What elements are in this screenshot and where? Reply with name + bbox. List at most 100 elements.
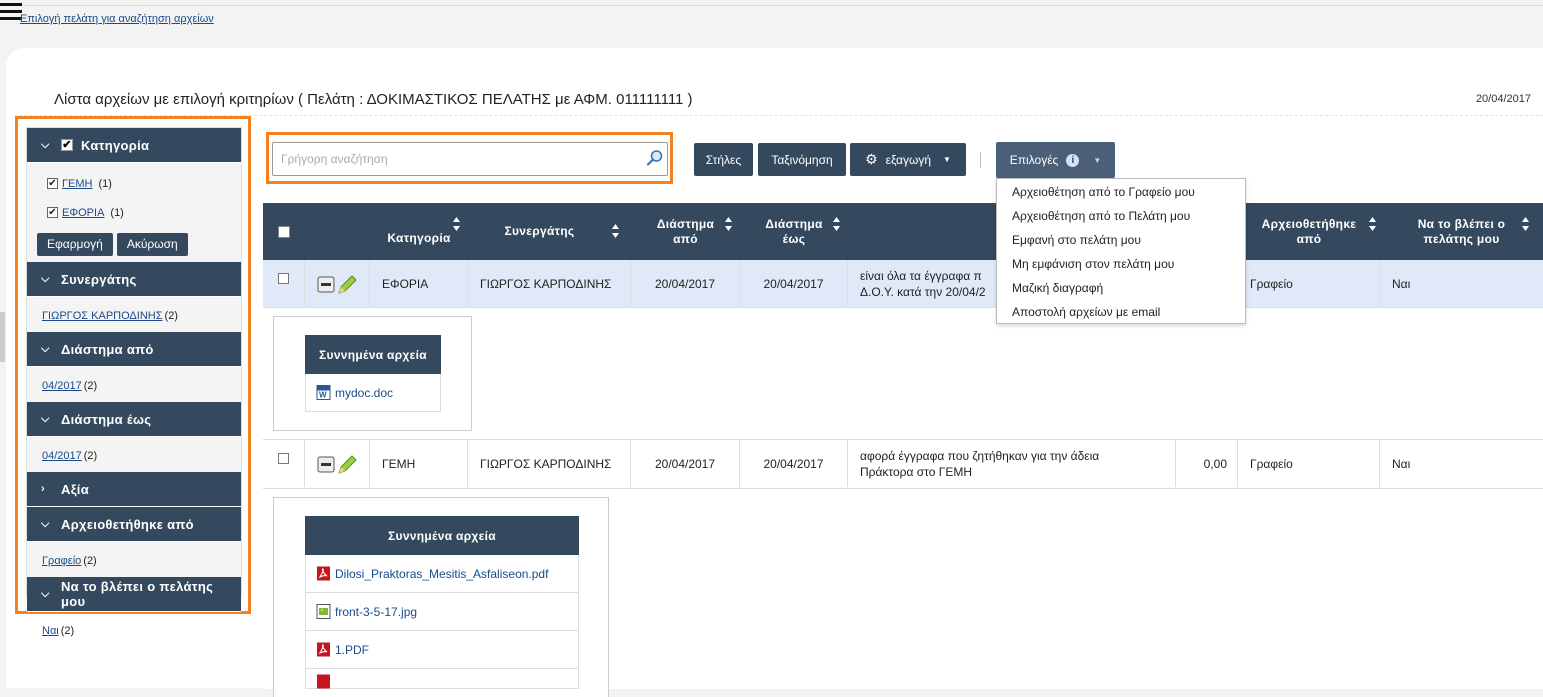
attachments-table: Συννημένα αρχεία Dilosi_Praktoras_Mesiti…	[305, 516, 579, 689]
search-icon[interactable]	[646, 149, 664, 167]
header-client-visible[interactable]: Να το βλέπει ο πελάτης μου	[1380, 203, 1543, 260]
menu-item-archive-client[interactable]: Αρχειοθέτηση από το Πελάτη μου	[997, 204, 1245, 228]
attachments-header: Συννημένα αρχεία	[305, 335, 441, 374]
cancel-button[interactable]: Ακύρωση	[116, 233, 188, 256]
attachment-filename[interactable]: mydoc.doc	[335, 386, 393, 400]
facet-client-visible-item[interactable]: Ναι (2)	[42, 618, 241, 643]
facet-item-label[interactable]: 04/2017	[42, 450, 82, 462]
cell-category: ΓΕΜΗ	[370, 440, 468, 487]
facet-partner-body: ΓΙΩΡΓΟΣ ΚΑΡΠΟΔΙΝΗΣ (2)	[27, 297, 241, 332]
info-icon: i	[1066, 153, 1080, 167]
facet-archived-by-header[interactable]: ⌵ Αρχειοθετήθηκε από	[27, 507, 241, 542]
facet-client-visible-body: Ναι (2)	[27, 612, 241, 647]
facet-item-label[interactable]: Ναι	[42, 625, 59, 637]
svg-text:W: W	[319, 391, 327, 400]
desc-line2: Πράκτορα στο ΓΕΜΗ	[860, 464, 973, 479]
columns-button[interactable]: Στήλες	[694, 143, 753, 176]
facet-item-label[interactable]: ΓΕΜΗ	[62, 178, 93, 190]
sort-icon[interactable]	[453, 217, 460, 231]
attachment-item[interactable]: 1.PDF	[305, 631, 579, 669]
row-checkbox[interactable]	[278, 273, 289, 284]
attachment-item[interactable]: Dilosi_Praktoras_Mesitis_Asfaliseon.pdf	[305, 555, 579, 593]
sort-icon[interactable]	[725, 217, 732, 231]
header-select-all[interactable]	[263, 203, 305, 260]
facet-category-header[interactable]: ⌵ ✔ Κατηγορία	[27, 128, 241, 163]
facet-item-label[interactable]: 04/2017	[42, 380, 82, 392]
facet-category-checkbox[interactable]: ✔	[61, 139, 73, 151]
sort-icon[interactable]	[612, 224, 619, 238]
cell-partner: ΓΙΩΡΓΟΣ ΚΑΡΠΟΔΙΝΗΣ	[468, 260, 631, 307]
sort-icon[interactable]	[1522, 217, 1529, 231]
facet-value-header[interactable]: › Αξία	[27, 472, 241, 507]
facet-item-label[interactable]: Γραφείο	[42, 555, 81, 567]
select-client-link[interactable]: Επιλογή πελάτη για αναζήτηση αρχείων	[20, 13, 214, 25]
row-actions-cell	[305, 440, 370, 487]
menu-item-send-email[interactable]: Αποστολή αρχείων με email	[997, 300, 1245, 324]
header-archived-by[interactable]: Αρχειοθετήθηκε από	[1238, 203, 1380, 260]
header-period-from[interactable]: Διάστημα από	[631, 203, 740, 260]
quick-search-input[interactable]	[279, 144, 639, 174]
attachment-filename[interactable]: 1.PDF	[335, 643, 369, 657]
facet-item-checkbox[interactable]: ✔	[47, 178, 58, 189]
attachments-table: Συννημένα αρχεία W mydoc.doc	[305, 335, 441, 412]
facet-category-body: ✔ ΓΕΜΗ (1) ✔ ΕΦΟΡΙΑ (1)	[27, 163, 241, 231]
image-file-icon	[316, 604, 331, 619]
minus-edit-icon[interactable]	[317, 453, 357, 475]
chevron-down-icon: ⌵	[41, 342, 50, 355]
menu-item-visible-client[interactable]: Εμφανή στο πελάτη μου	[997, 228, 1245, 252]
facet-item-count: (1)	[110, 206, 124, 219]
header-period-to-line1: Διάστημα	[765, 216, 823, 231]
facet-period-from-header[interactable]: ⌵ Διάστημα από	[27, 332, 241, 367]
facet-item-checkbox[interactable]: ✔	[47, 207, 58, 218]
facet-client-visible-header[interactable]: ⌵ Να το βλέπει ο πελάτης μου	[27, 577, 241, 612]
facet-item-count: (2)	[83, 449, 98, 462]
cell-value: 0,00	[1176, 440, 1238, 487]
table-row[interactable]: ΓΕΜΗ ΓΙΩΡΓΟΣ ΚΑΡΠΟΔΙΝΗΣ 20/04/2017 20/04…	[263, 440, 1543, 489]
attachment-item[interactable]: W mydoc.doc	[305, 374, 441, 412]
facet-partner-header[interactable]: ⌵ Συνεργάτης	[27, 262, 241, 297]
facet-item-label[interactable]: ΓΙΩΡΓΟΣ ΚΑΡΠΟΔΙΝΗΣ	[42, 310, 163, 322]
sort-icon[interactable]	[833, 217, 840, 231]
facet-partner-item[interactable]: ΓΙΩΡΓΟΣ ΚΑΡΠΟΔΙΝΗΣ (2)	[42, 303, 241, 328]
facet-period-to-header[interactable]: ⌵ Διάστημα έως	[27, 402, 241, 437]
attachment-filename[interactable]: Dilosi_Praktoras_Mesitis_Asfaliseon.pdf	[335, 567, 548, 581]
facet-period-to-title: Διάστημα έως	[61, 411, 152, 427]
cell-period-from: 20/04/2017	[631, 260, 740, 307]
row-detail: Συννημένα αρχεία W mydoc.doc	[263, 308, 1543, 440]
sort-icon[interactable]	[1369, 217, 1376, 231]
row-checkbox[interactable]	[278, 453, 289, 464]
facet-period-from-title: Διάστημα από	[61, 341, 154, 357]
facet-value-title: Αξία	[61, 481, 89, 497]
filter-sidebar: ⌵ ✔ Κατηγορία ✔ ΓΕΜΗ (1) ✔ ΕΦΟΡΙΑ (1) Εφ…	[26, 127, 242, 637]
header-category-label: Κατηγορία	[387, 231, 451, 245]
sort-button[interactable]: Ταξινόμηση	[758, 143, 846, 176]
cell-category: ΕΦΟΡΙΑ	[370, 260, 468, 307]
facet-category-item[interactable]: ✔ ΓΕΜΗ (1)	[47, 169, 241, 198]
facet-category-item[interactable]: ✔ ΕΦΟΡΙΑ (1)	[47, 198, 241, 227]
minus-edit-icon[interactable]	[317, 273, 357, 295]
header-period-to-line2: έως	[782, 231, 806, 246]
hamburger-menu-icon[interactable]	[0, 3, 22, 21]
header-partner[interactable]: Συνεργάτης	[468, 203, 631, 260]
desc-line1: αφορά έγγραφα που ζητήθηκαν για την άδει…	[860, 448, 1100, 463]
export-button[interactable]: ⚙ εξαγωγή ▼	[850, 143, 966, 176]
menu-item-archive-office[interactable]: Αρχειοθέτηση από το Γραφείο μου	[997, 180, 1245, 204]
page-title: Λίστα αρχείων με επιλογή κριτηρίων ( Πελ…	[54, 91, 693, 108]
select-all-checkbox[interactable]	[278, 225, 290, 238]
attachment-filename[interactable]: front-3-5-17.jpg	[335, 605, 417, 619]
attachment-item[interactable]: front-3-5-17.jpg	[305, 593, 579, 631]
facet-period-to-item[interactable]: 04/2017 (2)	[42, 443, 241, 468]
attachment-item[interactable]	[305, 669, 579, 689]
menu-item-bulk-delete[interactable]: Μαζική διαγραφή	[997, 276, 1245, 300]
cell-client-visible: Ναι	[1392, 276, 1411, 291]
row-select-cell	[263, 260, 305, 307]
menu-item-hide-client[interactable]: Μη εμφάνιση στον πελάτη μου	[997, 252, 1245, 276]
facet-item-label[interactable]: ΕΦΟΡΙΑ	[62, 207, 104, 219]
table-row[interactable]: ΕΦΟΡΙΑ ΓΙΩΡΓΟΣ ΚΑΡΠΟΔΙΝΗΣ 20/04/2017 20/…	[263, 260, 1543, 308]
header-period-to[interactable]: Διάστημα έως	[740, 203, 848, 260]
apply-button[interactable]: Εφαρμογή	[37, 233, 113, 256]
facet-period-from-item[interactable]: 04/2017 (2)	[42, 373, 241, 398]
header-category[interactable]: Κατηγορία	[370, 203, 468, 260]
options-button[interactable]: Επιλογές i ▼	[996, 142, 1115, 178]
facet-archived-by-item[interactable]: Γραφείο (2)	[42, 548, 241, 573]
